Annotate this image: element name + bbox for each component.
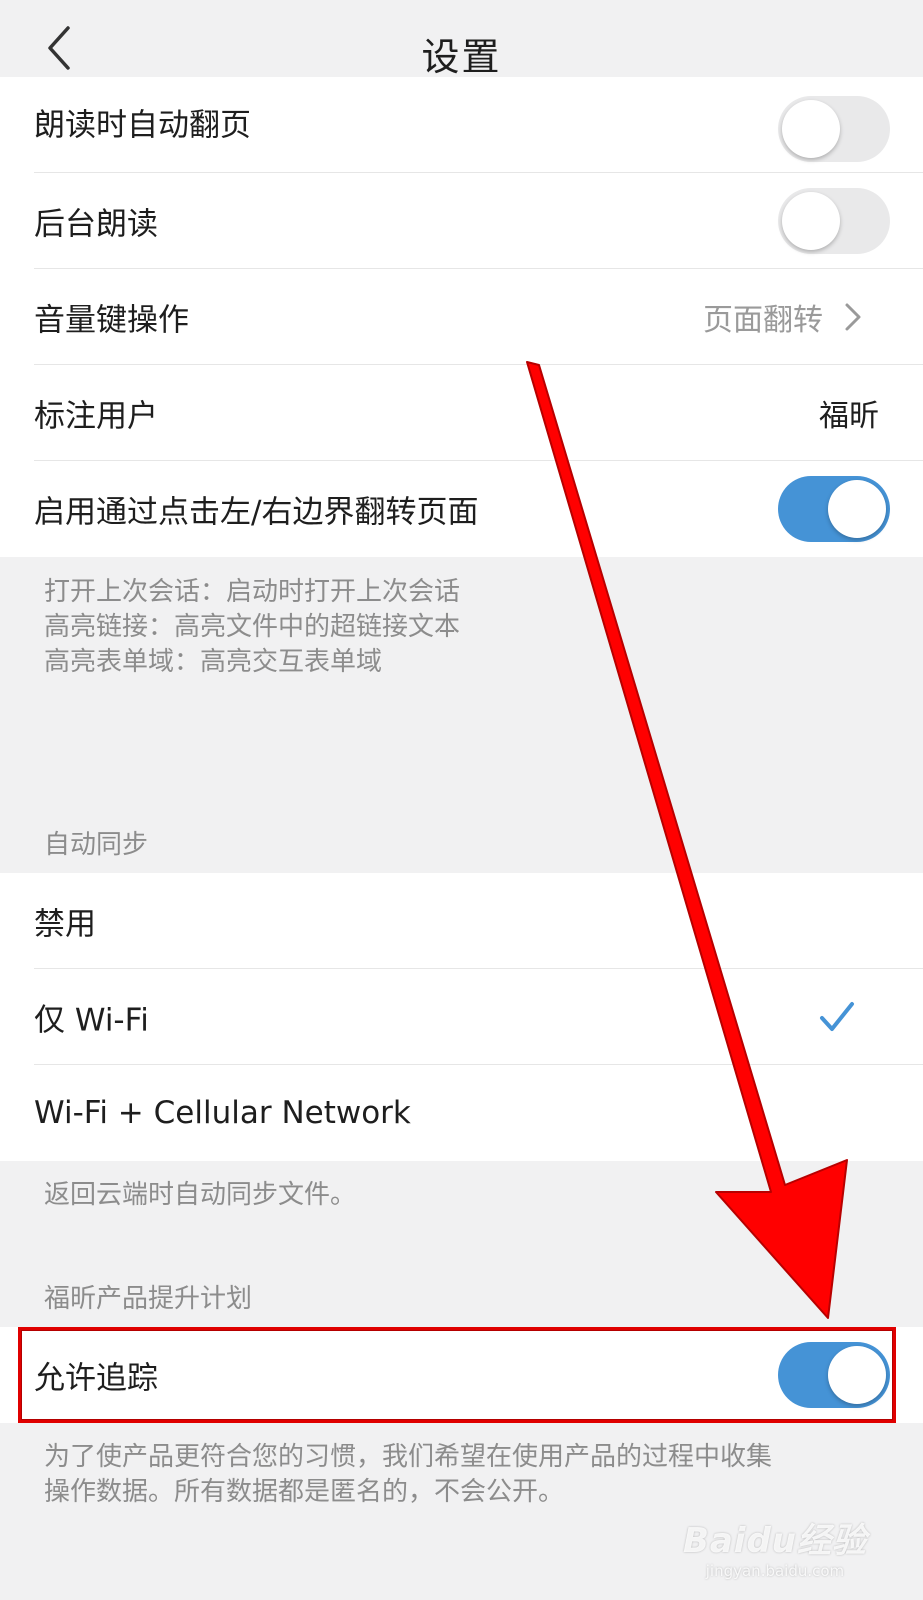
auto-sync-section-title: 自动同步 [44, 830, 149, 860]
settings-row-background-read: 后台朗读 [0, 173, 923, 269]
improvement-plan-section-title: 福昕产品提升计划 [44, 1284, 253, 1314]
chevron-right-icon [845, 303, 861, 331]
watermark-logo: Baidu经验 [682, 1521, 867, 1561]
toggle-knob [782, 100, 840, 158]
settings-row-label: 允许追踪 [34, 1360, 158, 1397]
settings-row-label: 标注用户 [34, 398, 158, 435]
reading-note-2: 高亮链接：高亮文件中的超链接文本 [44, 612, 461, 642]
sync-option-wifi-cellular[interactable]: Wi-Fi + Cellular Network [0, 1065, 923, 1161]
watermark: Baidu经验 jingyan.baidu.com [683, 1513, 867, 1580]
watermark-url: jingyan.baidu.com [705, 1562, 845, 1580]
edge-tap-turn-toggle[interactable] [778, 476, 890, 542]
background-read-toggle[interactable] [778, 188, 890, 254]
auto-turn-page-toggle[interactable] [778, 96, 890, 162]
auto-sync-note: 返回云端时自动同步文件。 [44, 1180, 357, 1210]
allow-tracking-toggle[interactable] [778, 1342, 890, 1408]
sync-option-label: 禁用 [34, 906, 96, 943]
toggle-knob [828, 1346, 886, 1404]
improvement-plan-note-line-1: 为了使产品更符合您的习惯，我们希望在使用产品的过程中收集 [44, 1442, 773, 1472]
settings-row-volume-key[interactable]: 音量键操作 页面翻转 [0, 269, 923, 365]
sync-option-wifi-only[interactable]: 仅 Wi-Fi [0, 969, 923, 1065]
reading-settings-group: 朗读时自动翻页 后台朗读 音量键操作 页面翻转 标注用户 福昕 启用通过点击左/… [0, 77, 923, 557]
settings-row-auto-turn-page: 朗读时自动翻页 [0, 77, 923, 173]
settings-row-edge-tap-turn: 启用通过点击左/右边界翻转页面 [0, 461, 923, 557]
annotation-user-value: 福昕 [819, 399, 879, 434]
sync-option-disabled[interactable]: 禁用 [0, 873, 923, 969]
auto-sync-group: 禁用 仅 Wi-Fi Wi-Fi + Cellular Network [0, 873, 923, 1161]
reading-note-1: 打开上次会话：启动时打开上次会话 [44, 577, 461, 607]
toggle-knob [782, 192, 840, 250]
settings-row-label: 朗读时自动翻页 [34, 107, 251, 144]
toggle-knob [828, 480, 886, 538]
page-title: 设置 [421, 35, 502, 79]
reading-note-3: 高亮表单域：高亮交互表单域 [44, 647, 383, 677]
settings-row-label: 启用通过点击左/右边界翻转页面 [34, 494, 479, 531]
settings-row-label: 后台朗读 [34, 206, 158, 243]
improvement-plan-group: 允许追踪 [0, 1327, 923, 1423]
improvement-plan-note-line-2: 操作数据。所有数据都是匿名的，不会公开。 [44, 1477, 565, 1507]
volume-key-value: 页面翻转 [703, 303, 823, 338]
sync-option-label: 仅 Wi-Fi [34, 1002, 149, 1039]
settings-row-label: 音量键操作 [34, 302, 189, 339]
sync-option-label: Wi-Fi + Cellular Network [34, 1095, 411, 1131]
checkmark-icon [820, 1002, 854, 1031]
settings-row-allow-tracking: 允许追踪 [0, 1327, 923, 1423]
settings-row-annotation-user[interactable]: 标注用户 福昕 [0, 365, 923, 461]
